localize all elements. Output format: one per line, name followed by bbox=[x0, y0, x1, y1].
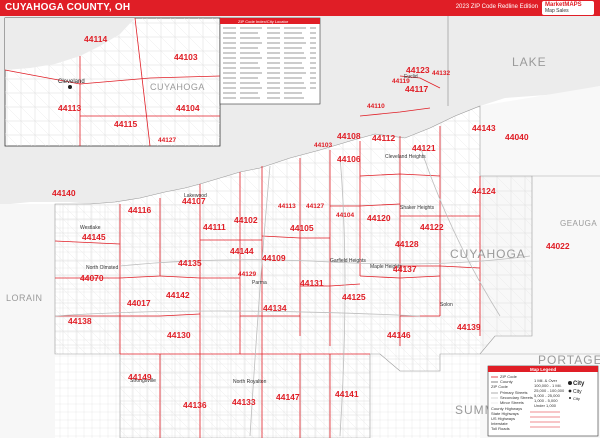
zip-label: 44112 bbox=[372, 133, 395, 143]
zip-label: 44127 bbox=[306, 203, 324, 210]
zip-label: 44113 bbox=[58, 103, 81, 113]
zip-label: 44117 bbox=[405, 84, 428, 94]
logo-subtext: Map Sales bbox=[545, 8, 569, 14]
map-frame: CUYAHOGA COUNTY, OH 2023 ZIP Code Redlin… bbox=[0, 0, 600, 438]
place-label: Shaker Heights bbox=[400, 205, 435, 211]
zip-label: 44143 bbox=[472, 123, 496, 133]
zip-label: 44140 bbox=[52, 188, 76, 198]
zip-label: 44108 bbox=[337, 131, 361, 141]
zip-label: 44113 bbox=[278, 203, 296, 210]
zip-label: 44102 bbox=[234, 215, 258, 225]
legend-city-big: City bbox=[573, 381, 585, 387]
legend-city-med: City bbox=[573, 389, 582, 395]
place-label: North Royalton bbox=[233, 379, 267, 385]
map-header: CUYAHOGA COUNTY, OH 2023 ZIP Code Redlin… bbox=[0, 0, 600, 16]
legend-row: Toll Roads bbox=[491, 426, 510, 431]
zip-label: 44103 bbox=[174, 52, 198, 62]
zip-label: 44123 bbox=[406, 65, 430, 75]
zip-label: 44133 bbox=[232, 397, 256, 407]
zip-label: 44107 bbox=[182, 196, 206, 206]
zip-label: 44139 bbox=[457, 322, 481, 332]
zip-label: 44109 bbox=[262, 253, 286, 263]
zip-label: 44144 bbox=[230, 246, 254, 256]
zip-label: 44070 bbox=[80, 273, 104, 283]
zip-label: 44134 bbox=[263, 303, 287, 313]
place-label: Westlake bbox=[80, 225, 101, 231]
inset-city-label: Cleveland bbox=[58, 79, 85, 85]
map-title: CUYAHOGA COUNTY, OH bbox=[5, 2, 131, 13]
region-lorain-label: LORAIN bbox=[6, 293, 43, 303]
zip-index-table: ZIP Code Index/City Locator bbox=[219, 17, 321, 105]
inset-region-label: CUYAHOGA bbox=[150, 82, 205, 92]
zip-label: 44135 bbox=[178, 258, 202, 268]
zip-label: 44127 bbox=[158, 137, 176, 144]
region-cuyahoga-label: CUYAHOGA bbox=[450, 247, 526, 261]
zip-label: 44022 bbox=[546, 241, 570, 251]
zip-label: 44040 bbox=[505, 132, 529, 142]
region-geauga-label: GEAUGA bbox=[560, 219, 597, 228]
legend-pop-row: Under 1,000 bbox=[534, 403, 557, 408]
zip-label: 44138 bbox=[68, 316, 92, 326]
zip-label: 44104 bbox=[336, 212, 354, 219]
brand-logo: MarketMAPS Map Sales bbox=[542, 1, 594, 15]
zip-label: 44105 bbox=[290, 223, 314, 233]
zip-label: 44136 bbox=[183, 400, 207, 410]
place-label: Garfield Heights bbox=[330, 258, 366, 264]
zip-label: 44147 bbox=[276, 392, 300, 402]
zip-label: 44142 bbox=[166, 290, 190, 300]
zip-label: 44131 bbox=[300, 278, 324, 288]
cleveland-inset: Cleveland CUYAHOGA 44114 44103 44113 441… bbox=[4, 17, 221, 147]
region-portage-label: PORTAGE bbox=[538, 353, 600, 367]
zip-label: 44141 bbox=[335, 389, 359, 399]
zip-label: 44120 bbox=[367, 213, 391, 223]
place-label: Solon bbox=[440, 302, 453, 308]
west-land bbox=[0, 204, 55, 438]
zip-label: 44119 bbox=[392, 78, 410, 85]
zip-label: 44110 bbox=[367, 103, 385, 110]
zip-label: 44115 bbox=[114, 119, 137, 129]
region-lake-label: LAKE bbox=[512, 55, 547, 69]
zip-label: 44145 bbox=[82, 232, 106, 242]
zip-label: 44106 bbox=[337, 154, 361, 164]
zip-label: 44111 bbox=[203, 222, 226, 232]
legend-title: Map Legend bbox=[530, 367, 557, 372]
zip-index-title: ZIP Code Index/City Locator bbox=[238, 19, 289, 24]
zip-label: 44128 bbox=[395, 239, 419, 249]
place-label: Cleveland Heights bbox=[385, 154, 426, 160]
zip-label: 44124 bbox=[472, 186, 496, 196]
legend-row: Minor Streets bbox=[500, 400, 524, 405]
zip-label: 44104 bbox=[176, 103, 200, 113]
place-label: Parma bbox=[252, 280, 267, 286]
map-legend: Map Legend ZIP Code County ZIP Code Prim… bbox=[487, 365, 599, 437]
zip-map: Cleveland CUYAHOGA 44114 44103 44113 441… bbox=[0, 16, 600, 438]
edition-label: 2023 ZIP Code Redline Edition bbox=[455, 4, 538, 10]
zip-label: 44125 bbox=[342, 292, 366, 302]
zip-label: 44103 bbox=[314, 142, 332, 149]
zip-label: 44121 bbox=[412, 143, 436, 153]
zip-label: 44130 bbox=[167, 330, 191, 340]
place-label: North Olmsted bbox=[86, 265, 118, 271]
legend-city-small: City bbox=[573, 396, 580, 401]
zip-label: 44137 bbox=[393, 264, 417, 274]
zip-label: 44122 bbox=[420, 222, 444, 232]
zip-label: 44149 bbox=[128, 372, 152, 382]
zip-label: 44116 bbox=[128, 205, 151, 215]
zip-label: 44132 bbox=[432, 70, 450, 77]
legend-row: ZIP Code bbox=[491, 384, 509, 389]
zip-label: 44114 bbox=[84, 34, 107, 44]
zip-label: 44017 bbox=[127, 298, 151, 308]
zip-label: 44129 bbox=[238, 271, 256, 278]
zip-label: 44146 bbox=[387, 330, 411, 340]
